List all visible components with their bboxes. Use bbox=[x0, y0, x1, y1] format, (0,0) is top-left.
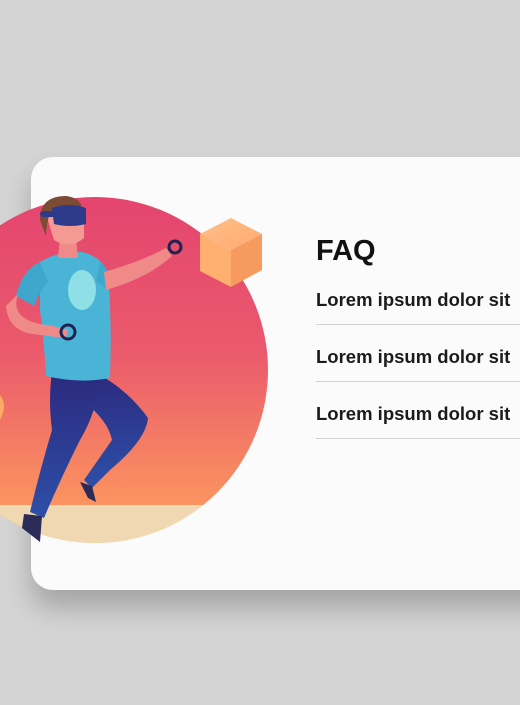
faq-list: Lorem ipsum dolor sit Lorem ipsum dolor … bbox=[316, 285, 520, 439]
faq-title: FAQ bbox=[316, 235, 376, 267]
page: FAQ Lorem ipsum dolor sit Lorem ipsum do… bbox=[0, 0, 520, 705]
faq-item[interactable]: Lorem ipsum dolor sit bbox=[316, 382, 520, 439]
faq-item[interactable]: Lorem ipsum dolor sit bbox=[316, 325, 520, 382]
faq-question: Lorem ipsum dolor sit bbox=[316, 289, 511, 310]
faq-question: Lorem ipsum dolor sit bbox=[316, 403, 511, 424]
faq-item[interactable]: Lorem ipsum dolor sit bbox=[316, 285, 520, 325]
faq-question: Lorem ipsum dolor sit bbox=[316, 346, 511, 367]
faq-section: FAQ Lorem ipsum dolor sit Lorem ipsum do… bbox=[316, 235, 520, 439]
